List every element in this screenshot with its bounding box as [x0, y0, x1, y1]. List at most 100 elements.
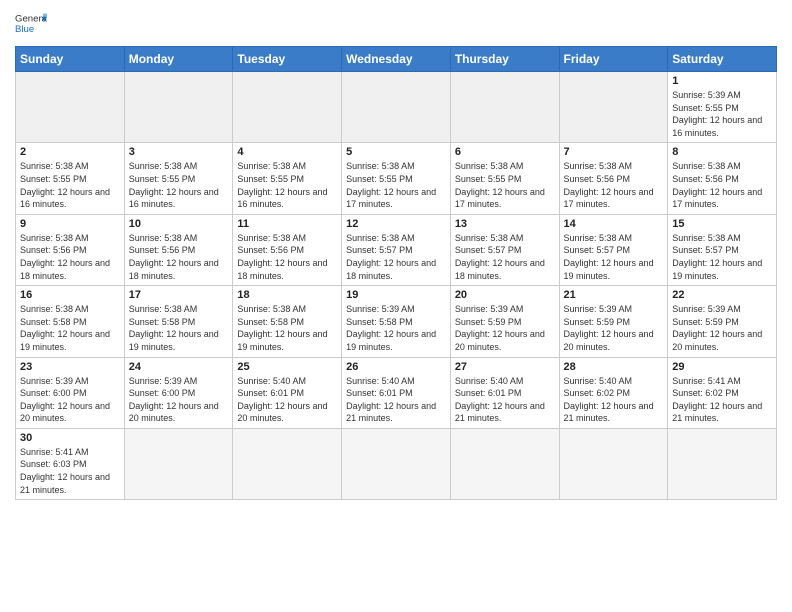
svg-text:General: General [15, 14, 47, 25]
day-number: 29 [672, 361, 772, 373]
calendar-day-cell: 27 Sunrise: 5:40 AMSunset: 6:01 PMDayligh… [450, 357, 559, 428]
day-info: Sunrise: 5:38 AMSunset: 5:58 PMDaylight:… [20, 303, 120, 353]
calendar-day-cell: 18 Sunrise: 5:38 AMSunset: 5:58 PMDayligh… [233, 286, 342, 357]
day-number: 2 [20, 146, 120, 158]
day-info: Sunrise: 5:41 AMSunset: 6:03 PMDaylight:… [20, 446, 120, 496]
day-number: 18 [237, 289, 337, 301]
day-number: 26 [346, 361, 446, 373]
logo: General Blue [15, 10, 47, 38]
page: General Blue Sunday Monday Tuesday Wedne… [0, 0, 792, 612]
calendar-day-cell: 11Sunrise: 5:38 AMSunset: 5:56 PMDayligh… [233, 214, 342, 285]
day-info: Sunrise: 5:38 AMSunset: 5:55 PMDaylight:… [20, 160, 120, 210]
calendar-day-cell [559, 72, 668, 143]
col-sunday: Sunday [16, 47, 125, 72]
calendar-day-cell: 13Sunrise: 5:38 AMSunset: 5:57 PMDayligh… [450, 214, 559, 285]
col-wednesday: Wednesday [342, 47, 451, 72]
day-number: 12 [346, 218, 446, 230]
calendar-day-cell: 30 Sunrise: 5:41 AMSunset: 6:03 PMDayligh… [16, 428, 125, 499]
day-info: Sunrise: 5:39 AMSunset: 6:00 PMDaylight:… [20, 375, 120, 425]
day-number: 19 [346, 289, 446, 301]
day-number: 21 [564, 289, 664, 301]
calendar-week-row: 9Sunrise: 5:38 AMSunset: 5:56 PMDaylight… [16, 214, 777, 285]
day-number: 27 [455, 361, 555, 373]
calendar-day-cell: 17Sunrise: 5:38 AMSunset: 5:58 PMDayligh… [124, 286, 233, 357]
calendar-day-cell: 10Sunrise: 5:38 AMSunset: 5:56 PMDayligh… [124, 214, 233, 285]
day-number: 14 [564, 218, 664, 230]
day-info: Sunrise: 5:38 AMSunset: 5:58 PMDaylight:… [237, 303, 337, 353]
day-info: Sunrise: 5:39 AMSunset: 5:59 PMDaylight:… [564, 303, 664, 353]
day-number: 28 [564, 361, 664, 373]
day-info: Sunrise: 5:39 AMSunset: 6:00 PMDaylight:… [129, 375, 229, 425]
day-info: Sunrise: 5:39 AMSunset: 5:59 PMDaylight:… [672, 303, 772, 353]
day-info: Sunrise: 5:40 AMSunset: 6:02 PMDaylight:… [564, 375, 664, 425]
calendar-day-cell [233, 428, 342, 499]
calendar-day-cell: 2 Sunrise: 5:38 AMSunset: 5:55 PMDaylight… [16, 143, 125, 214]
calendar-day-cell: 8Sunrise: 5:38 AMSunset: 5:56 PMDaylight… [668, 143, 777, 214]
calendar-day-cell: 28 Sunrise: 5:40 AMSunset: 6:02 PMDayligh… [559, 357, 668, 428]
calendar-day-cell [342, 428, 451, 499]
calendar-day-cell: 4 Sunrise: 5:38 AMSunset: 5:55 PMDaylight… [233, 143, 342, 214]
day-number: 4 [237, 146, 337, 158]
calendar-day-cell: 6 Sunrise: 5:38 AMSunset: 5:55 PMDaylight… [450, 143, 559, 214]
calendar-week-row: 30 Sunrise: 5:41 AMSunset: 6:03 PMDayligh… [16, 428, 777, 499]
calendar-day-cell [668, 428, 777, 499]
header: General Blue [15, 10, 777, 38]
day-number: 3 [129, 146, 229, 158]
col-tuesday: Tuesday [233, 47, 342, 72]
day-info: Sunrise: 5:38 AMSunset: 5:55 PMDaylight:… [346, 160, 446, 210]
col-saturday: Saturday [668, 47, 777, 72]
day-info: Sunrise: 5:41 AMSunset: 6:02 PMDaylight:… [672, 375, 772, 425]
col-monday: Monday [124, 47, 233, 72]
day-info: Sunrise: 5:38 AMSunset: 5:56 PMDaylight:… [672, 160, 772, 210]
calendar-day-cell: 22 Sunrise: 5:39 AMSunset: 5:59 PMDayligh… [668, 286, 777, 357]
day-info: Sunrise: 5:39 AMSunset: 5:55 PMDaylight:… [672, 89, 772, 139]
calendar-day-cell: 29 Sunrise: 5:41 AMSunset: 6:02 PMDayligh… [668, 357, 777, 428]
calendar-day-cell: 26Sunrise: 5:40 AMSunset: 6:01 PMDayligh… [342, 357, 451, 428]
calendar-day-cell: 23Sunrise: 5:39 AMSunset: 6:00 PMDayligh… [16, 357, 125, 428]
day-number: 30 [20, 432, 120, 444]
calendar-week-row: 1 Sunrise: 5:39 AMSunset: 5:55 PMDaylight… [16, 72, 777, 143]
calendar-week-row: 23Sunrise: 5:39 AMSunset: 6:00 PMDayligh… [16, 357, 777, 428]
calendar-week-row: 2 Sunrise: 5:38 AMSunset: 5:55 PMDaylight… [16, 143, 777, 214]
day-number: 6 [455, 146, 555, 158]
calendar-day-cell [124, 72, 233, 143]
day-number: 20 [455, 289, 555, 301]
calendar-table: Sunday Monday Tuesday Wednesday Thursday… [15, 46, 777, 500]
day-info: Sunrise: 5:40 AMSunset: 6:01 PMDaylight:… [455, 375, 555, 425]
calendar-day-cell: 15Sunrise: 5:38 AMSunset: 5:57 PMDayligh… [668, 214, 777, 285]
calendar-day-cell [342, 72, 451, 143]
day-info: Sunrise: 5:38 AMSunset: 5:55 PMDaylight:… [129, 160, 229, 210]
calendar-day-cell [559, 428, 668, 499]
calendar-day-cell: 20Sunrise: 5:39 AMSunset: 5:59 PMDayligh… [450, 286, 559, 357]
svg-text:Blue: Blue [15, 24, 34, 35]
calendar-day-cell: 9Sunrise: 5:38 AMSunset: 5:56 PMDaylight… [16, 214, 125, 285]
calendar-day-cell: 1 Sunrise: 5:39 AMSunset: 5:55 PMDaylight… [668, 72, 777, 143]
day-info: Sunrise: 5:38 AMSunset: 5:55 PMDaylight:… [237, 160, 337, 210]
day-number: 15 [672, 218, 772, 230]
generalblue-logo-icon: General Blue [15, 10, 47, 38]
calendar-day-cell: 7Sunrise: 5:38 AMSunset: 5:56 PMDaylight… [559, 143, 668, 214]
day-number: 5 [346, 146, 446, 158]
day-info: Sunrise: 5:38 AMSunset: 5:56 PMDaylight:… [20, 232, 120, 282]
calendar-week-row: 16Sunrise: 5:38 AMSunset: 5:58 PMDayligh… [16, 286, 777, 357]
calendar-day-cell: 21 Sunrise: 5:39 AMSunset: 5:59 PMDayligh… [559, 286, 668, 357]
day-number: 24 [129, 361, 229, 373]
day-number: 25 [237, 361, 337, 373]
day-info: Sunrise: 5:38 AMSunset: 5:56 PMDaylight:… [564, 160, 664, 210]
day-info: Sunrise: 5:38 AMSunset: 5:56 PMDaylight:… [129, 232, 229, 282]
calendar-day-cell [450, 72, 559, 143]
calendar-day-cell: 16Sunrise: 5:38 AMSunset: 5:58 PMDayligh… [16, 286, 125, 357]
day-number: 1 [672, 75, 772, 87]
day-info: Sunrise: 5:38 AMSunset: 5:57 PMDaylight:… [564, 232, 664, 282]
calendar-day-cell: 14 Sunrise: 5:38 AMSunset: 5:57 PMDayligh… [559, 214, 668, 285]
calendar-day-cell [16, 72, 125, 143]
calendar-day-cell: 19Sunrise: 5:39 AMSunset: 5:58 PMDayligh… [342, 286, 451, 357]
calendar-day-cell: 24 Sunrise: 5:39 AMSunset: 6:00 PMDayligh… [124, 357, 233, 428]
day-number: 22 [672, 289, 772, 301]
calendar-header-row: Sunday Monday Tuesday Wednesday Thursday… [16, 47, 777, 72]
day-number: 13 [455, 218, 555, 230]
day-info: Sunrise: 5:40 AMSunset: 6:01 PMDaylight:… [237, 375, 337, 425]
day-info: Sunrise: 5:38 AMSunset: 5:58 PMDaylight:… [129, 303, 229, 353]
calendar-day-cell: 25 Sunrise: 5:40 AMSunset: 6:01 PMDayligh… [233, 357, 342, 428]
day-info: Sunrise: 5:38 AMSunset: 5:55 PMDaylight:… [455, 160, 555, 210]
